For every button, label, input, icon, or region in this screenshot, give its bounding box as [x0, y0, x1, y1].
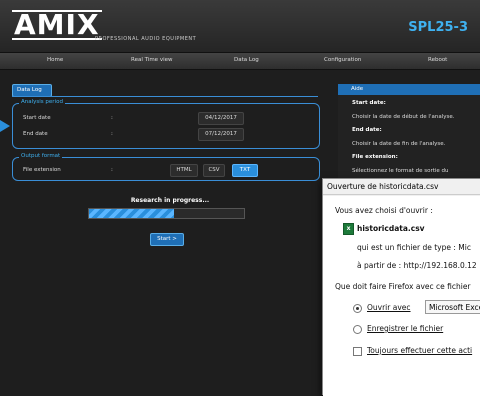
save-file-label[interactable]: Enregistrer le fichier [367, 324, 443, 333]
nav-home[interactable]: Home [47, 57, 63, 63]
product-name: SPL25-3 [408, 20, 468, 35]
open-with-radio[interactable] [353, 304, 362, 313]
help-title: Aide [338, 84, 480, 95]
help-line: Sélectionnez le format de sortie du [352, 168, 449, 174]
nav-reboot[interactable]: Reboot [428, 57, 447, 63]
format-csv-button[interactable]: CSV [203, 164, 225, 177]
dialog-body: Vous avez choisi d'ouvrir : x historicda… [323, 196, 480, 396]
help-line: Choisir la date de début de l'analyse. [352, 114, 455, 120]
dialog-file-type: qui est un fichier de type : Mic [357, 243, 471, 252]
help-line: Start date: [352, 100, 386, 106]
start-date-input[interactable]: 04/12/2017 [198, 112, 244, 125]
analysis-period-legend: Analysis period [19, 99, 65, 105]
pointer-arrow-icon [0, 120, 10, 132]
dialog-filename: historicdata.csv [357, 224, 425, 233]
dialog-title: Ouverture de historicdata.csv [323, 179, 480, 195]
start-date-colon: : [111, 115, 113, 121]
help-panel: Aide Start date: Choisir la date de débu… [338, 84, 480, 182]
nav-data-log[interactable]: Data Log [234, 57, 259, 63]
csv-file-icon: x [343, 223, 354, 235]
file-extension-colon: : [111, 167, 113, 173]
start-button[interactable]: Start > [150, 233, 184, 246]
main-nav: Home Real Time view Data Log Configurati… [0, 53, 480, 70]
start-date-label: Start date [23, 115, 51, 121]
help-line: End date: [352, 127, 382, 133]
output-format-legend: Output format [19, 153, 63, 159]
dialog-file-source: à partir de : http://192.168.0.12 [357, 261, 477, 270]
header: AMIX PROFESSIONAL AUDIO EQUIPMENT SPL25-… [0, 0, 480, 53]
help-line: File extension: [352, 154, 398, 160]
progress-fill [89, 209, 175, 218]
panel-divider [12, 96, 318, 97]
dialog-question: Que doit faire Firefox avec ce fichier [335, 282, 471, 291]
amix-logo: AMIX [12, 8, 102, 41]
application-select[interactable]: Microsoft Exce [425, 300, 480, 314]
format-html-button[interactable]: HTML [170, 164, 198, 177]
always-label[interactable]: Toujours effectuer cette acti [367, 346, 472, 355]
help-line: Choisir la date de fin de l'analyse. [352, 141, 446, 147]
output-format-group: Output format File extension : HTML CSV … [12, 153, 320, 181]
always-checkbox[interactable] [353, 347, 362, 356]
logo-tagline: PROFESSIONAL AUDIO EQUIPMENT [95, 36, 197, 42]
file-extension-label: File extension [23, 167, 61, 173]
open-with-label[interactable]: Ouvrir avec [367, 303, 411, 312]
nav-real-time-view[interactable]: Real Time view [131, 57, 172, 63]
end-date-label: End date [23, 131, 48, 137]
end-date-input[interactable]: 07/12/2017 [198, 128, 244, 141]
download-dialog: Ouverture de historicdata.csv Vous avez … [322, 178, 480, 396]
progress-bar [88, 208, 245, 219]
format-txt-button[interactable]: TXT [232, 164, 258, 177]
dialog-intro: Vous avez choisi d'ouvrir : [335, 206, 433, 215]
progress-title: Research in progress... [130, 197, 210, 204]
nav-configuration[interactable]: Configuration [324, 57, 361, 63]
end-date-colon: : [111, 131, 113, 137]
analysis-period-group: Analysis period Start date : 04/12/2017 … [12, 99, 320, 149]
save-file-radio[interactable] [353, 325, 362, 334]
